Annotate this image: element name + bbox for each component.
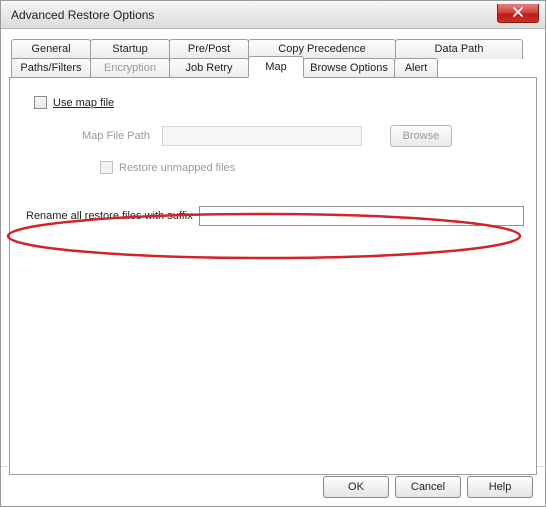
client-area: General Startup Pre/Post Copy Precedence…: [1, 29, 545, 466]
restore-unmapped-label: Restore unmapped files: [119, 162, 235, 174]
restore-unmapped-row: Restore unmapped files: [100, 161, 524, 174]
use-map-file-row: Use map file: [34, 96, 524, 109]
ok-button[interactable]: OK: [323, 476, 389, 498]
tab-startup[interactable]: Startup: [90, 39, 170, 59]
tab-pre-post[interactable]: Pre/Post: [169, 39, 249, 59]
tab-control: General Startup Pre/Post Copy Precedence…: [9, 39, 537, 475]
tab-page-map: Use map file Map File Path Browse Restor…: [9, 77, 537, 475]
cancel-button[interactable]: Cancel: [395, 476, 461, 498]
rename-suffix-input[interactable]: [199, 206, 524, 226]
tab-data-path[interactable]: Data Path: [395, 39, 523, 59]
window-title: Advanced Restore Options: [11, 8, 154, 22]
map-file-path-label: Map File Path: [82, 130, 162, 142]
use-map-file-checkbox[interactable]: [34, 96, 47, 109]
tab-encryption[interactable]: Encryption: [90, 58, 170, 78]
close-icon: [513, 7, 523, 20]
tab-paths-filters[interactable]: Paths/Filters: [11, 58, 91, 78]
title-bar: Advanced Restore Options: [1, 1, 545, 29]
rename-suffix-row: Rename all restore files with suffix: [26, 206, 524, 226]
help-button[interactable]: Help: [467, 476, 533, 498]
use-map-file-label: Use map file: [53, 97, 114, 109]
browse-button: Browse: [390, 125, 452, 147]
tab-browse-options[interactable]: Browse Options: [303, 58, 395, 78]
map-file-path-input: [162, 126, 362, 146]
tab-job-retry[interactable]: Job Retry: [169, 58, 249, 78]
tab-alert[interactable]: Alert: [394, 58, 438, 78]
tab-map[interactable]: Map: [248, 56, 304, 78]
rename-suffix-label: Rename all restore files with suffix: [26, 210, 193, 222]
restore-unmapped-checkbox: [100, 161, 113, 174]
map-file-path-row: Map File Path Browse: [82, 125, 524, 147]
close-button[interactable]: [497, 4, 539, 23]
tab-general[interactable]: General: [11, 39, 91, 59]
